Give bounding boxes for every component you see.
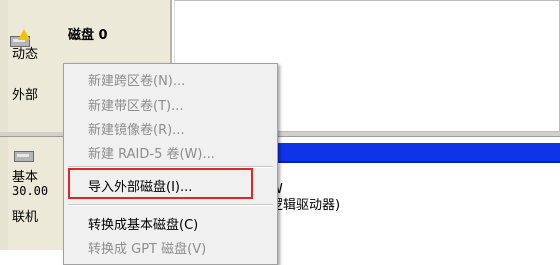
disk-icon [14,151,34,162]
menu-item-new-spanned-volume[interactable]: 新建跨区卷(N)... [88,70,185,89]
volume-info-line-1: W [270,182,340,198]
menu-item-convert-to-basic-disk[interactable]: 转换成基本磁盘(C) [88,214,198,233]
menu-separator [68,204,273,206]
menu-item-convert-to-gpt-disk[interactable]: 转换成 GPT 磁盘(V) [88,238,206,257]
disk-1-state: 联机 [12,210,39,225]
disk-0-type: 外部 [12,88,39,103]
disk-0-status: 动态 [12,47,39,62]
menu-item-new-striped-volume[interactable]: 新建带区卷(T)... [88,95,183,114]
context-menu: 新建跨区卷(N)... 新建带区卷(T)... 新建镜像卷(R)... 新建 R… [63,63,278,265]
disk-1-type: 基本 [12,170,39,185]
menu-item-new-raid5-volume[interactable]: 新建 RAID-5 卷(W)... [88,143,215,162]
warning-icon [18,29,30,40]
highlight-box [68,168,253,199]
menu-item-new-mirrored-volume[interactable]: 新建镜像卷(R)... [88,119,185,138]
disk-1-size: 30.00 [12,184,49,198]
disk-0-name: 磁盘 0 [68,28,108,43]
volume-info: W 逻辑驱动器) [270,182,340,214]
volume-info-line-2: 逻辑驱动器) [270,198,341,213]
